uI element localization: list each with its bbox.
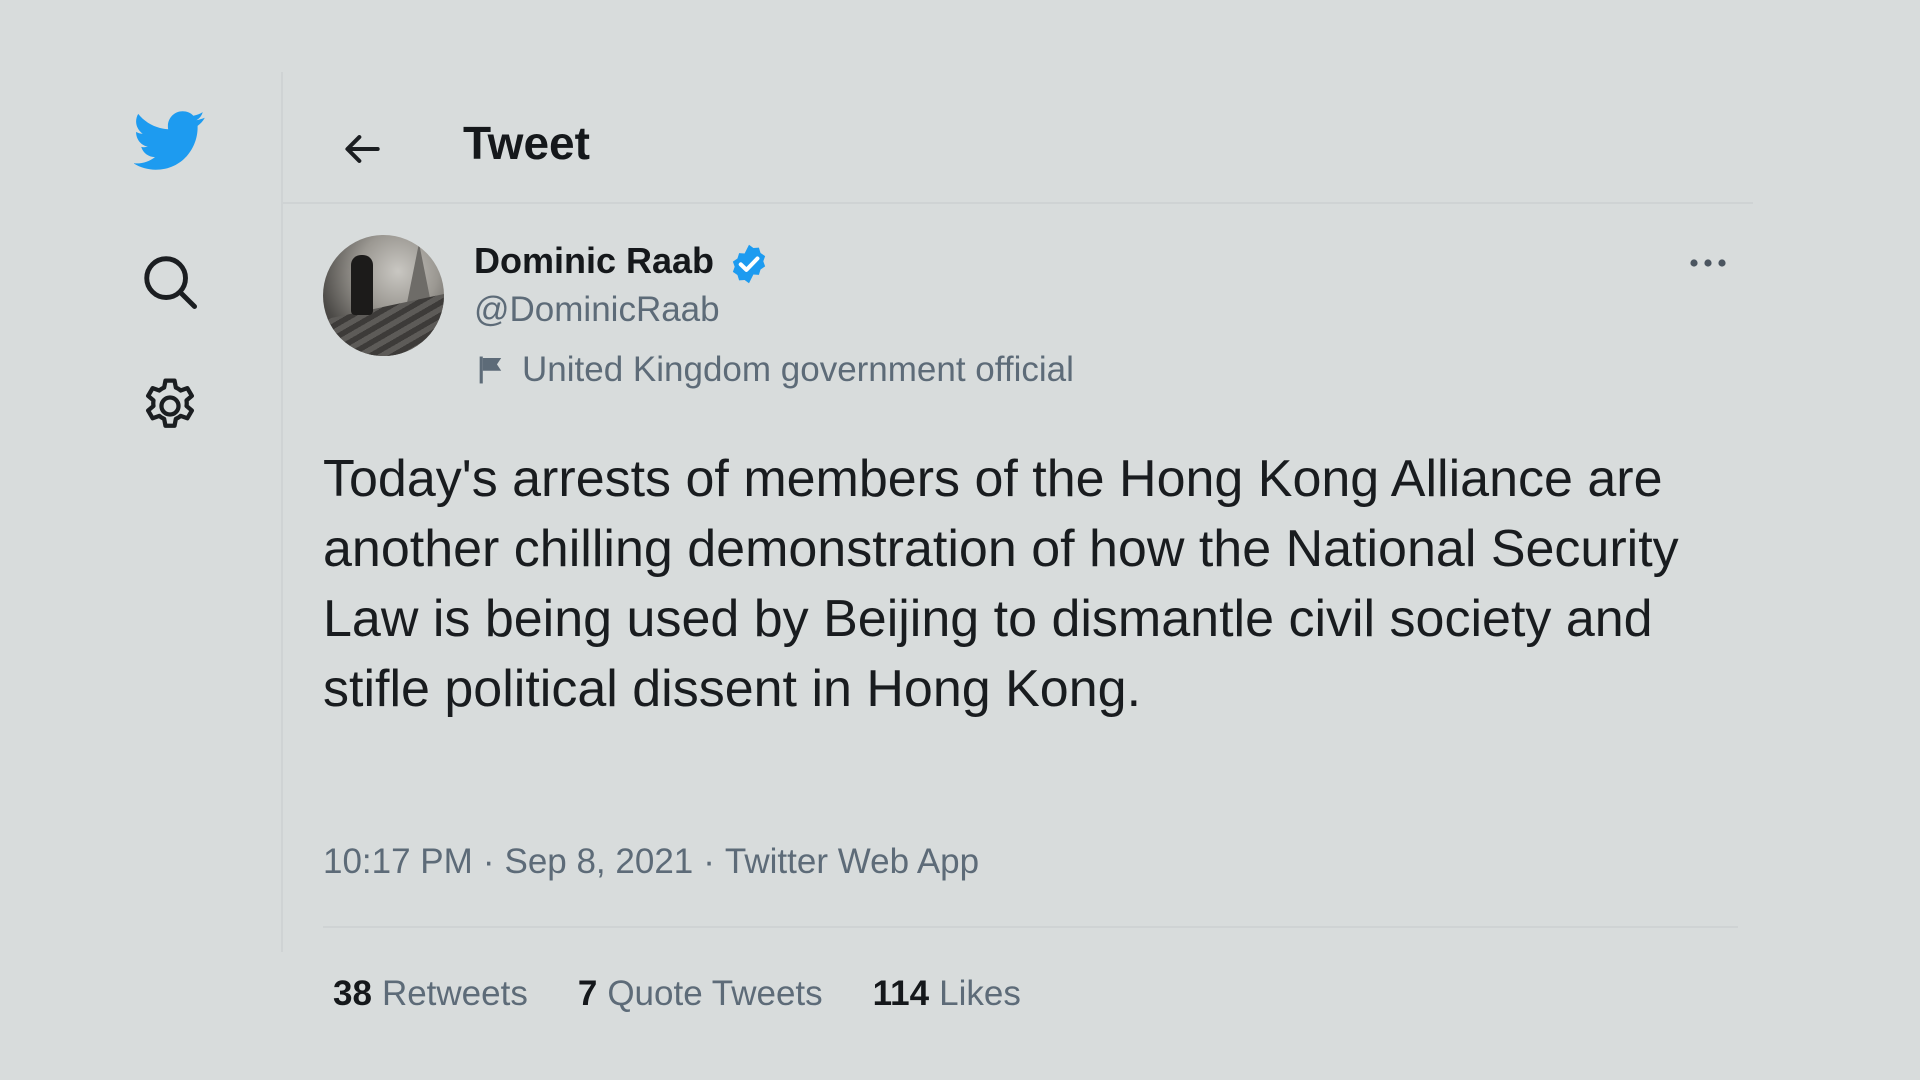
back-button[interactable] <box>328 114 398 184</box>
quote-tweets-stat[interactable]: 7 Quote Tweets <box>578 974 823 1014</box>
government-label-text: United Kingdom government official <box>522 350 1074 389</box>
author-name[interactable]: Dominic Raab <box>474 240 714 282</box>
search-icon <box>144 256 197 309</box>
ellipsis-icon <box>1690 259 1726 267</box>
tweet-metadata: 10:17 PM · Sep 8, 2021 · Twitter Web App <box>323 842 979 882</box>
separator-dot: · <box>703 842 715 881</box>
twitter-logo-button[interactable] <box>132 102 208 178</box>
avatar-figure <box>351 255 373 315</box>
settings-button[interactable] <box>132 368 208 444</box>
author-handle[interactable]: @DominicRaab <box>474 290 720 330</box>
likes-count: 114 <box>872 974 930 1013</box>
tweet-page: Tweet Dominic Raab @DominicRaab United K… <box>0 0 1920 1080</box>
verified-badge-icon <box>732 244 766 284</box>
government-label: United Kingdom government official <box>474 350 1074 390</box>
tweet-stats: 38 Retweets 7 Quote Tweets 114 Likes <box>333 974 1071 1014</box>
separator-dot: · <box>482 842 495 881</box>
divider <box>323 926 1738 928</box>
avatar-stairs <box>323 292 444 356</box>
tweet-source[interactable]: Twitter Web App <box>725 842 979 882</box>
search-button[interactable] <box>132 244 208 320</box>
gear-icon <box>146 378 194 428</box>
likes-stat[interactable]: 114 Likes <box>873 974 1021 1014</box>
tweet-date[interactable]: Sep 8, 2021 <box>504 842 693 882</box>
more-options-button[interactable] <box>1678 240 1738 286</box>
page-header: Tweet <box>283 72 1753 204</box>
sidebar-nav <box>0 72 283 952</box>
flag-icon <box>479 356 502 384</box>
tweet-text: Today's arrests of members of the Hong K… <box>323 450 1679 718</box>
page-title: Tweet <box>463 117 590 169</box>
quote-tweets-label: Quote Tweets <box>607 974 823 1013</box>
main-column: Tweet Dominic Raab @DominicRaab United K… <box>283 72 1753 1013</box>
tweet-time[interactable]: 10:17 PM <box>323 842 473 882</box>
retweets-label: Retweets <box>381 974 528 1013</box>
retweets-count: 38 <box>333 974 372 1013</box>
likes-label: Likes <box>939 974 1021 1013</box>
arrow-left-icon <box>345 135 380 163</box>
retweets-stat[interactable]: 38 Retweets <box>333 974 528 1014</box>
quote-tweets-count: 7 <box>577 974 598 1013</box>
twitter-bird-icon <box>134 111 205 170</box>
avatar[interactable] <box>323 235 444 356</box>
